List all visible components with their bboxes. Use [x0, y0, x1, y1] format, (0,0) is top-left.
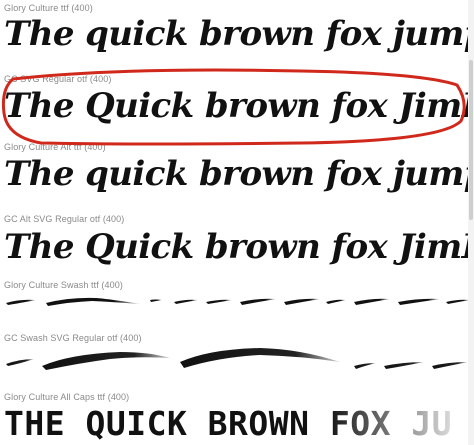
- font-label: GC SVG Regular otf (400): [4, 74, 112, 84]
- font-sample-text: The quick brown fox jumps over the la: [4, 14, 474, 54]
- font-label: Glory Culture All Caps ttf (400): [4, 392, 130, 402]
- font-sample-text: The Quick brown fox JimPs over the la: [4, 86, 474, 126]
- font-label: Glory Culture ttf (400): [4, 3, 93, 13]
- font-preview-list: Glory Culture ttf (400) The quick brown …: [0, 0, 474, 445]
- font-label: Glory Culture Alt ttf (400): [4, 142, 106, 152]
- font-sample-text: The quick brown fox jumps over the la: [4, 154, 474, 194]
- swash-sample-strokes: [6, 348, 468, 370]
- font-sample-text: The Quick brown fox JimPs over the la: [4, 227, 474, 267]
- scrollbar[interactable]: [468, 0, 474, 445]
- swash-sample-strokes: [6, 297, 470, 306]
- scrollbar-thumb[interactable]: [469, 60, 473, 220]
- font-label: GC Swash SVG Regular otf (400): [4, 333, 142, 343]
- font-sample-text: THE QUICK BROWN FOX JU: [4, 404, 453, 443]
- font-label: GC Alt SVG Regular otf (400): [4, 214, 125, 224]
